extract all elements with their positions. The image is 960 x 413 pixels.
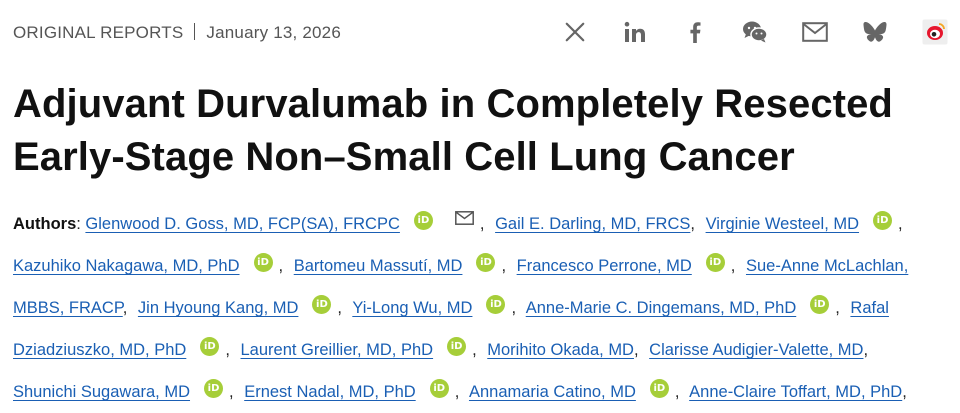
authors-list: Authors: Glenwood D. Goss, MD, FCP(SA), … <box>13 199 943 413</box>
article-header-bar: ORIGINAL REPORTS January 13, 2026 <box>13 19 948 49</box>
authors-label: Authors <box>13 215 77 233</box>
author-link[interactable]: Glenwood D. Goss, MD, FCP(SA), FRCPC <box>85 215 399 233</box>
orcid-icon[interactable]: iD <box>705 253 725 272</box>
author-link[interactable]: Sue-Anne McLachlan, <box>746 257 908 275</box>
author-link[interactable]: Morihito Okada, MD <box>487 341 634 359</box>
meta-divider <box>194 23 196 40</box>
orcid-icon[interactable]: iD <box>200 337 220 356</box>
author-link[interactable]: Clarisse Audigier-Valette, MD <box>649 341 863 359</box>
orcid-icon[interactable]: iD <box>486 295 506 314</box>
orcid-icon[interactable]: iD <box>253 253 273 272</box>
author-link[interactable]: Rafal <box>850 299 889 317</box>
author-link[interactable]: Francesco Perrone, MD <box>517 257 692 275</box>
orcid-icon[interactable]: iD <box>429 379 449 398</box>
x-icon[interactable] <box>562 19 588 45</box>
article-page: ORIGINAL REPORTS January 13, 2026 Adjuva… <box>0 0 960 401</box>
publication-date: January 13, 2026 <box>206 23 341 42</box>
orcid-icon[interactable]: iD <box>873 211 893 230</box>
article-meta: ORIGINAL REPORTS January 13, 2026 <box>13 23 341 43</box>
author-link[interactable]: Dziadziuszko, MD, PhD <box>13 341 186 359</box>
author-link[interactable]: Annamaria Catino, MD <box>469 383 636 401</box>
orcid-icon[interactable]: iD <box>312 295 332 314</box>
author-link[interactable]: Ernest Nadal, MD, PhD <box>244 383 415 401</box>
author-link[interactable]: Laurent Greillier, MD, PhD <box>241 341 434 359</box>
title-line-2: Early-Stage Non–Small Cell Lung Cancer <box>13 135 795 179</box>
linkedin-icon[interactable] <box>622 19 648 45</box>
author-link[interactable]: Gail E. Darling, MD, FRCS <box>495 215 690 233</box>
wechat-icon[interactable] <box>742 19 768 45</box>
author-link[interactable]: MBBS, FRACP <box>13 299 123 317</box>
orcid-icon[interactable]: iD <box>810 295 830 314</box>
title-line-1: Adjuvant Durvalumab in Completely Resect… <box>13 82 893 126</box>
orcid-icon[interactable]: iD <box>204 379 224 398</box>
facebook-icon[interactable] <box>682 19 708 45</box>
orcid-icon[interactable]: iD <box>413 211 433 230</box>
email-icon[interactable] <box>802 19 828 45</box>
author-link[interactable]: Virginie Westeel, MD <box>706 215 859 233</box>
weibo-icon[interactable] <box>922 19 948 45</box>
orcid-icon[interactable]: iD <box>649 379 669 398</box>
orcid-icon[interactable]: iD <box>476 253 496 272</box>
author-link[interactable]: Anne-Marie C. Dingemans, MD, PhD <box>526 299 797 317</box>
article-category: ORIGINAL REPORTS <box>13 23 184 42</box>
author-link[interactable]: Shunichi Sugawara, MD <box>13 383 190 401</box>
email-author-icon[interactable] <box>454 199 474 241</box>
author-link[interactable]: Kazuhiko Nakagawa, MD, PhD <box>13 257 240 275</box>
author-link[interactable]: Jin Hyoung Kang, MD <box>138 299 299 317</box>
author-link[interactable]: Anne-Claire Toffart, MD, PhD <box>689 383 902 401</box>
orcid-icon[interactable]: iD <box>447 337 467 356</box>
bluesky-icon[interactable] <box>862 19 888 45</box>
article-title: Adjuvant Durvalumab in Completely Resect… <box>13 78 948 184</box>
author-link[interactable]: Bartomeu Massutí, MD <box>294 257 463 275</box>
author-link[interactable]: Yi-Long Wu, MD <box>352 299 472 317</box>
share-toolbar <box>528 19 948 45</box>
